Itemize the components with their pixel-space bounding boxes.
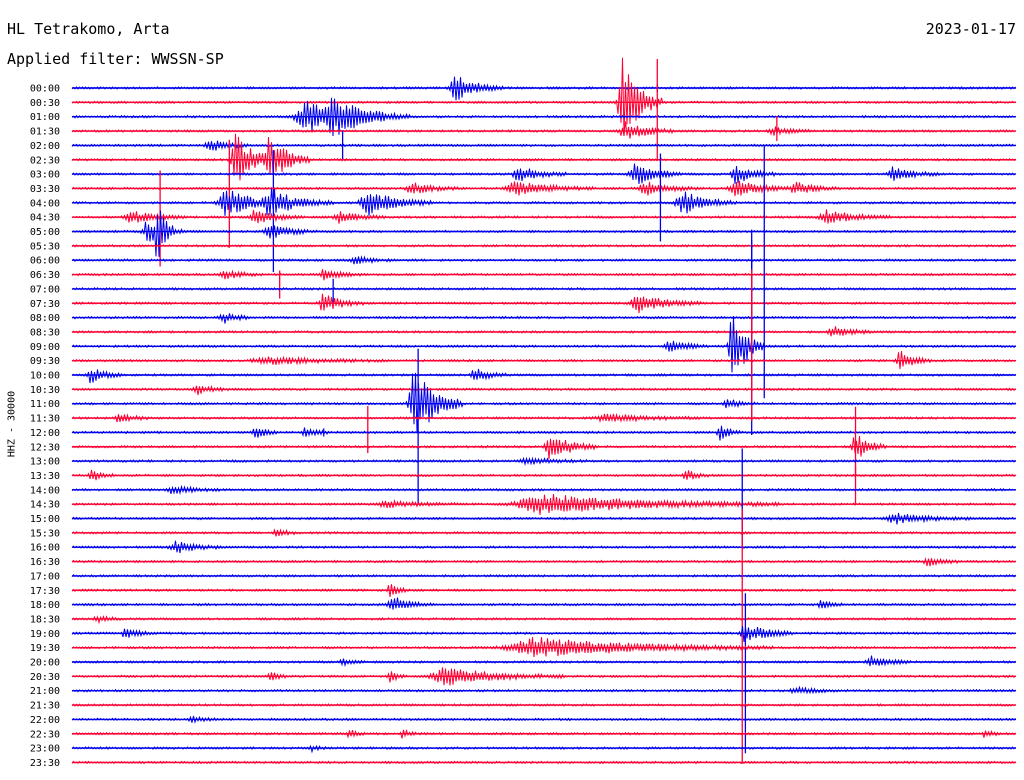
time-tick-label: 06:30: [30, 270, 60, 281]
time-tick-label: 19:30: [30, 643, 60, 654]
seismogram-trace: [71, 372, 1016, 433]
seismogram-trace: [71, 435, 1016, 460]
time-tick-label: 11:00: [30, 399, 60, 410]
time-tick-label: 18:30: [30, 614, 60, 625]
seismogram-trace: [71, 121, 1016, 139]
time-tick-label: 23:00: [30, 744, 60, 755]
time-tick-label: 22:00: [30, 715, 60, 726]
time-tick-label: 07:30: [30, 299, 60, 310]
time-tick-label: 15:30: [30, 528, 60, 539]
time-tick-label: 17:00: [30, 571, 60, 582]
time-tick-label: 00:30: [30, 98, 60, 109]
seismogram-trace: [71, 597, 1016, 610]
time-tick-label: 06:00: [30, 256, 60, 267]
time-tick-label: 02:00: [30, 141, 60, 152]
time-tick-label: 20:30: [30, 672, 60, 683]
time-tick-label: 21:00: [30, 686, 60, 697]
time-tick-label: 15:00: [30, 514, 60, 525]
seismogram-trace: [71, 744, 1016, 754]
time-tick-label: 14:30: [30, 500, 60, 511]
helicorder-plot: 00:00 00:30 01:00 01:30 02:00 02:30 03:00 03:30…: [30, 57, 1016, 769]
time-tick-label: 14:00: [30, 485, 60, 496]
seismogram-trace: [71, 316, 1016, 373]
time-tick-label: 05:00: [30, 227, 60, 238]
time-tick-label: 08:00: [30, 313, 60, 324]
time-tick-label: 00:00: [30, 84, 60, 95]
time-tick-label: 16:30: [30, 557, 60, 568]
time-tick-label: 13:30: [30, 471, 60, 482]
time-tick-label: 12:30: [30, 442, 60, 453]
time-tick-label: 23:30: [30, 758, 60, 769]
seismogram-trace: [71, 188, 1016, 216]
time-tick-label: 03:30: [30, 184, 60, 195]
seismogram-trace: [71, 313, 1016, 324]
time-tick-label: 22:30: [30, 729, 60, 740]
time-tick-label: 02:30: [30, 155, 60, 166]
time-tick-label: 13:00: [30, 457, 60, 468]
time-tick-label: 01:00: [30, 112, 60, 123]
time-tick-label: 21:30: [30, 701, 60, 712]
time-tick-label: 04:00: [30, 198, 60, 209]
time-tick-label: 01:30: [30, 127, 60, 138]
seismogram-trace: [71, 57, 1016, 134]
time-tick-label: 03:00: [30, 170, 60, 181]
trace-group: [71, 57, 1016, 765]
time-tick-label: 12:00: [30, 428, 60, 439]
time-tick-label: 07:00: [30, 284, 60, 295]
time-tick-label: 18:00: [30, 600, 60, 611]
time-tick-label: 11:30: [30, 414, 60, 425]
time-tick-labels: 00:00 00:30 01:00 01:30 02:00 02:30 03:00 03:30…: [30, 84, 60, 769]
seismogram-trace: [71, 425, 1016, 441]
seismogram-trace: [71, 655, 1016, 668]
time-tick-label: 10:30: [30, 385, 60, 396]
time-tick-label: 09:30: [30, 356, 60, 367]
time-tick-label: 17:30: [30, 586, 60, 597]
time-tick-label: 20:00: [30, 658, 60, 669]
seismogram-trace: [71, 384, 1016, 396]
seismogram-trace: [71, 368, 1016, 384]
time-tick-label: 09:00: [30, 342, 60, 353]
time-tick-label: 05:30: [30, 241, 60, 252]
time-tick-label: 08:30: [30, 327, 60, 338]
time-tick-label: 16:00: [30, 543, 60, 554]
time-tick-label: 19:00: [30, 629, 60, 640]
time-tick-label: 10:00: [30, 371, 60, 382]
time-tick-label: 04:30: [30, 213, 60, 224]
